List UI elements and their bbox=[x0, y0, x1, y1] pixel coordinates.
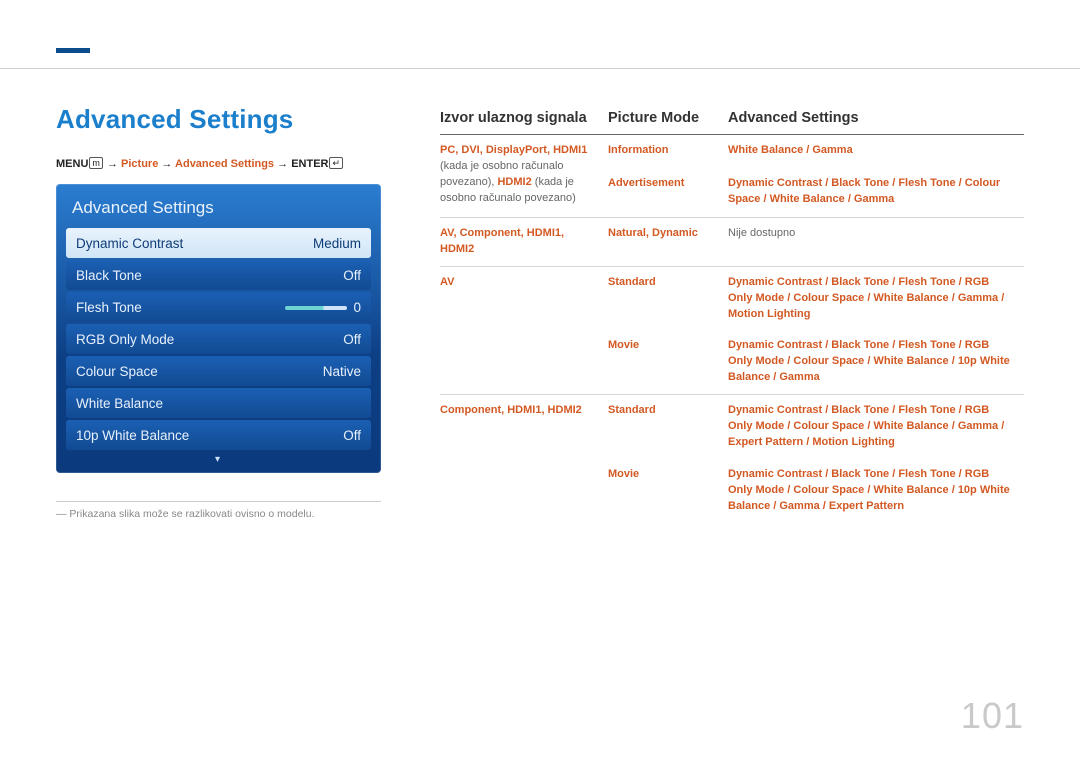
settings-table: Izvor ulaznog signala Picture Mode Advan… bbox=[440, 104, 1024, 523]
osd-row-black-tone[interactable]: Black Tone Off bbox=[66, 260, 371, 290]
cell-mode: Movie bbox=[608, 330, 728, 394]
mode-text: Standard bbox=[608, 404, 656, 416]
table-row: AV, Component, HDMI1, HDMI2 Natural, Dyn… bbox=[440, 217, 1024, 266]
mode-text: Movie bbox=[608, 339, 639, 351]
mode-text: Movie bbox=[608, 468, 639, 480]
osd-label: Colour Space bbox=[76, 364, 158, 379]
osd-label: Black Tone bbox=[76, 268, 142, 283]
osd-label: Dynamic Contrast bbox=[76, 236, 183, 251]
signal-main: Component, HDMI1, HDMI2 bbox=[440, 404, 582, 416]
adv-text: Dynamic Contrast / Black Tone / Flesh To… bbox=[728, 404, 1004, 448]
adv-text: Dynamic Contrast / Black Tone / Flesh To… bbox=[728, 276, 1004, 320]
osd-value: Off bbox=[343, 268, 361, 283]
adv-plain: Nije dostupno bbox=[728, 227, 795, 239]
osd-value: Off bbox=[343, 332, 361, 347]
cell-signal: AV bbox=[440, 266, 608, 395]
osd-more-indicator[interactable]: ▾ bbox=[66, 452, 371, 465]
cell-advanced: Dynamic Contrast / Black Tone / Flesh To… bbox=[728, 266, 1024, 330]
cell-mode: Natural, Dynamic bbox=[608, 217, 728, 266]
osd-row-dynamic-contrast[interactable]: Dynamic Contrast Medium bbox=[66, 228, 371, 258]
cell-mode: Advertisement bbox=[608, 168, 728, 218]
cell-advanced: White Balance / Gamma bbox=[728, 135, 1024, 168]
cell-signal: AV, Component, HDMI1, HDMI2 bbox=[440, 217, 608, 266]
mode-text: Advertisement bbox=[608, 177, 684, 189]
th-mode: Picture Mode bbox=[608, 104, 728, 135]
osd-title: Advanced Settings bbox=[66, 194, 371, 228]
adv-text: White Balance / Gamma bbox=[728, 144, 853, 156]
mode-text: Natural, Dynamic bbox=[608, 227, 698, 239]
right-column: Izvor ulaznog signala Picture Mode Advan… bbox=[440, 104, 1024, 523]
breadcrumb-picture: Picture bbox=[121, 158, 158, 170]
osd-label: White Balance bbox=[76, 396, 163, 411]
osd-row-10p-white-balance[interactable]: 10p White Balance Off bbox=[66, 420, 371, 450]
table-row: AV Standard Dynamic Contrast / Black Ton… bbox=[440, 266, 1024, 330]
osd-value: Off bbox=[343, 428, 361, 443]
chevron-down-icon: ▾ bbox=[215, 454, 222, 465]
section-title: Advanced Settings bbox=[56, 104, 396, 135]
breadcrumb: MENUm → Picture → Advanced Settings → EN… bbox=[56, 157, 396, 170]
th-signal: Izvor ulaznog signala bbox=[440, 104, 608, 135]
osd-label: 10p White Balance bbox=[76, 428, 189, 443]
adv-text: Dynamic Contrast / Black Tone / Flesh To… bbox=[728, 339, 1010, 383]
th-advanced: Advanced Settings bbox=[728, 104, 1024, 135]
signal-main: AV bbox=[440, 276, 454, 288]
table-row: Component, HDMI1, HDMI2 Standard Dynamic… bbox=[440, 395, 1024, 459]
footnote-rule bbox=[56, 501, 381, 502]
osd-row-flesh-tone[interactable]: Flesh Tone 0 bbox=[66, 292, 371, 322]
cell-signal: Component, HDMI1, HDMI2 bbox=[440, 395, 608, 523]
cell-mode: Standard bbox=[608, 395, 728, 459]
signal-main: PC, DVI, DisplayPort, HDMI1 bbox=[440, 144, 587, 156]
osd-value: Medium bbox=[313, 236, 361, 251]
cell-advanced: Dynamic Contrast / Black Tone / Flesh To… bbox=[728, 395, 1024, 459]
cell-mode: Information bbox=[608, 135, 728, 168]
page-number: 101 bbox=[961, 695, 1024, 737]
footnote: ― Prikazana slika može se razlikovati ov… bbox=[56, 508, 396, 520]
cell-mode: Movie bbox=[608, 459, 728, 523]
cell-advanced: Dynamic Contrast / Black Tone / Flesh To… bbox=[728, 459, 1024, 523]
cell-mode: Standard bbox=[608, 266, 728, 330]
osd-slider-wrap: 0 bbox=[285, 300, 361, 315]
osd-row-rgb-only[interactable]: RGB Only Mode Off bbox=[66, 324, 371, 354]
menu-icon: m bbox=[89, 157, 103, 169]
osd-row-white-balance[interactable]: White Balance bbox=[66, 388, 371, 418]
breadcrumb-arrow-3: → bbox=[277, 158, 291, 170]
top-rule bbox=[0, 68, 1080, 69]
page: Advanced Settings MENUm → Picture → Adva… bbox=[0, 0, 1080, 763]
table-row: PC, DVI, DisplayPort, HDMI1 (kada je oso… bbox=[440, 135, 1024, 168]
breadcrumb-advanced: Advanced Settings bbox=[175, 158, 274, 170]
columns: Advanced Settings MENUm → Picture → Adva… bbox=[56, 104, 1024, 523]
breadcrumb-arrow-2: → bbox=[161, 158, 175, 170]
signal-main2: HDMI2 bbox=[497, 176, 531, 188]
osd-label: RGB Only Mode bbox=[76, 332, 174, 347]
cell-advanced: Dynamic Contrast / Black Tone / Flesh To… bbox=[728, 330, 1024, 394]
breadcrumb-enter: ENTER bbox=[291, 158, 328, 170]
cell-signal: PC, DVI, DisplayPort, HDMI1 (kada je oso… bbox=[440, 135, 608, 218]
adv-text: Dynamic Contrast / Black Tone / Flesh To… bbox=[728, 177, 1000, 205]
signal-main: AV, Component, HDMI1, HDMI2 bbox=[440, 227, 564, 255]
osd-panel: Advanced Settings Dynamic Contrast Mediu… bbox=[56, 184, 381, 473]
breadcrumb-menu: MENU bbox=[56, 158, 88, 170]
adv-text: Dynamic Contrast / Black Tone / Flesh To… bbox=[728, 468, 1010, 512]
cell-advanced: Dynamic Contrast / Black Tone / Flesh To… bbox=[728, 168, 1024, 218]
enter-icon: ↵ bbox=[329, 157, 343, 169]
osd-value: 0 bbox=[353, 300, 361, 315]
breadcrumb-arrow-1: → bbox=[107, 158, 121, 170]
mode-text: Standard bbox=[608, 276, 656, 288]
left-column: Advanced Settings MENUm → Picture → Adva… bbox=[56, 104, 396, 523]
mode-text: Information bbox=[608, 144, 669, 156]
section-accent bbox=[56, 48, 90, 53]
osd-label: Flesh Tone bbox=[76, 300, 142, 315]
osd-value: Native bbox=[323, 364, 361, 379]
slider-icon bbox=[285, 306, 347, 310]
cell-advanced: Nije dostupno bbox=[728, 217, 1024, 266]
osd-row-colour-space[interactable]: Colour Space Native bbox=[66, 356, 371, 386]
